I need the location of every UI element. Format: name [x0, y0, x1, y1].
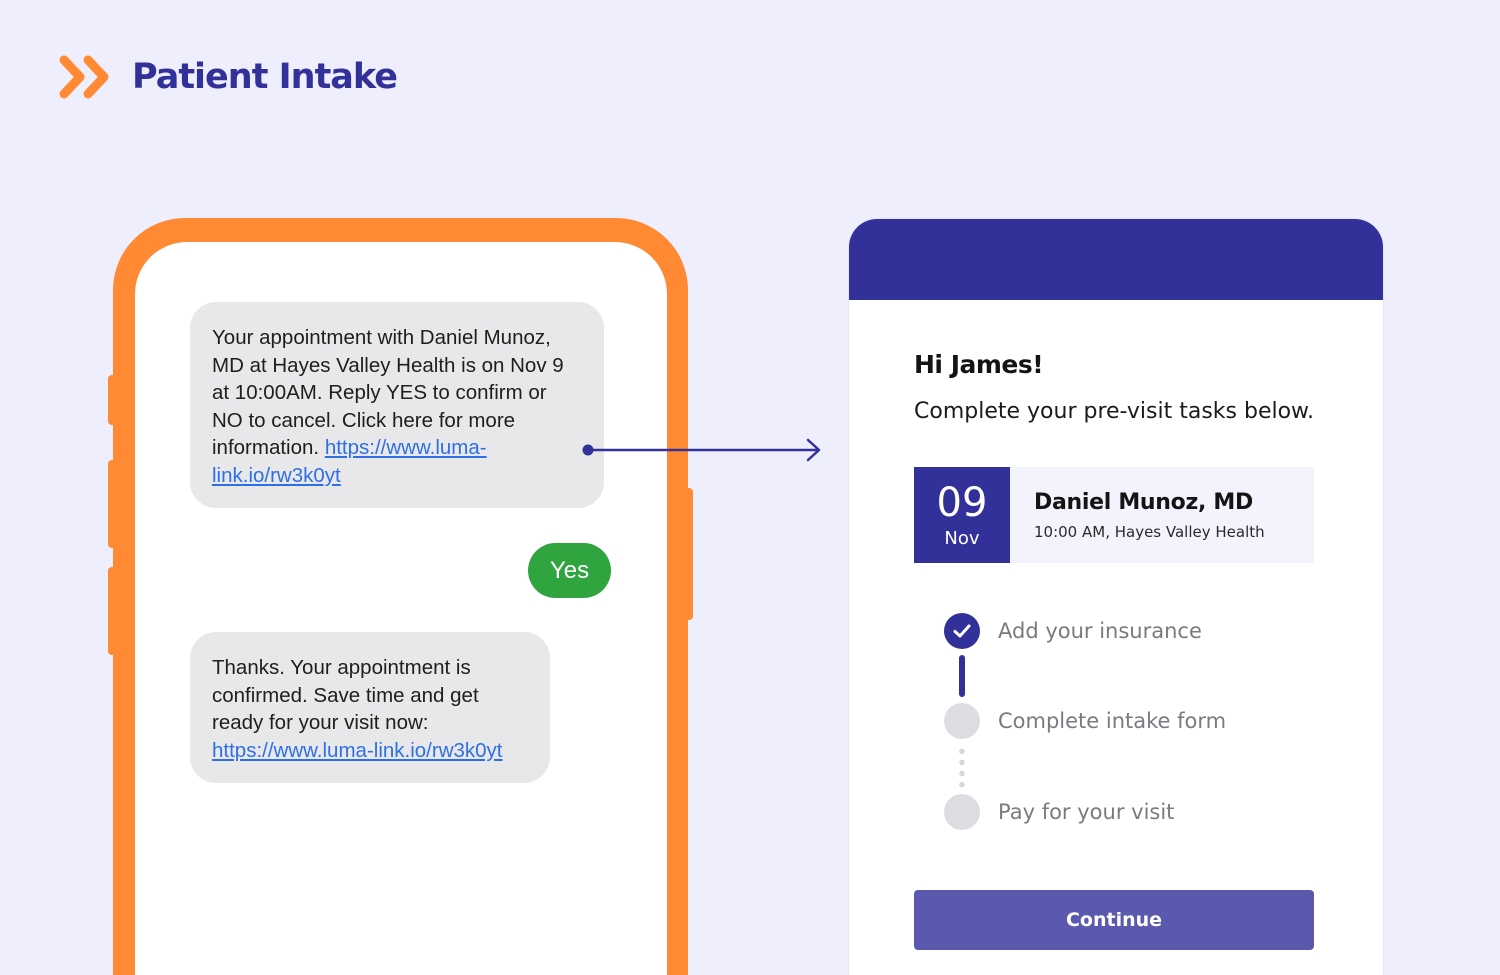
task-label: Add your insurance — [998, 619, 1202, 643]
phone-side-button-mute — [108, 375, 116, 425]
phone-side-button-volume-up — [108, 460, 116, 548]
message-link[interactable]: https://www.luma-link.io/rw3k0yt — [212, 739, 503, 762]
task-item-payment[interactable]: Pay for your visit — [944, 794, 1174, 830]
appointment-day: 09 — [936, 479, 988, 526]
task-item-intake-form[interactable]: Complete intake form — [944, 703, 1226, 739]
appointment-month: Nov — [944, 527, 980, 549]
subtitle: Complete your pre-visit tasks below. — [914, 399, 1315, 424]
phone-side-button-volume-down — [108, 567, 116, 655]
appointment-date: 09 Nov — [914, 467, 1010, 563]
message-bubble-incoming: Thanks. Your appointment is confirmed. S… — [190, 632, 550, 783]
message-text: Thanks. Your appointment is confirmed. S… — [212, 656, 479, 734]
greeting: Hi James! — [914, 350, 1044, 379]
continue-button[interactable]: Continue — [914, 890, 1314, 950]
phone-side-button-power — [685, 488, 693, 620]
appointment-info: Daniel Munoz, MD 10:00 AM, Hayes Valley … — [1010, 467, 1265, 563]
task-status-complete — [944, 613, 980, 649]
page-header: Patient Intake — [58, 52, 398, 102]
intake-panel: Hi James! Complete your pre-visit tasks … — [849, 219, 1383, 975]
double-chevron-right-icon — [59, 55, 109, 99]
appointment-detail: 10:00 AM, Hayes Valley Health — [1034, 522, 1265, 541]
task-status-pending-icon — [944, 794, 980, 830]
message-bubble-incoming: Your appointment with Daniel Munoz, MD a… — [190, 302, 604, 508]
panel-header-bar — [849, 219, 1383, 300]
task-label: Complete intake form — [998, 709, 1227, 733]
message-text: Yes — [549, 556, 590, 584]
progress-line-complete — [959, 655, 965, 697]
task-label: Pay for your visit — [998, 800, 1175, 824]
task-status-pending-icon — [944, 703, 980, 739]
checkmark-icon — [953, 624, 971, 638]
appointment-card: 09 Nov Daniel Munoz, MD 10:00 AM, Hayes … — [914, 467, 1314, 563]
message-bubble-outgoing: Yes — [528, 543, 611, 598]
task-item-insurance[interactable]: Add your insurance — [944, 613, 1202, 649]
doctor-name: Daniel Munoz, MD — [1034, 489, 1253, 515]
page-title: Patient Intake — [132, 57, 398, 97]
progress-line-pending — [959, 746, 965, 790]
connector-arrow-icon — [582, 438, 821, 462]
